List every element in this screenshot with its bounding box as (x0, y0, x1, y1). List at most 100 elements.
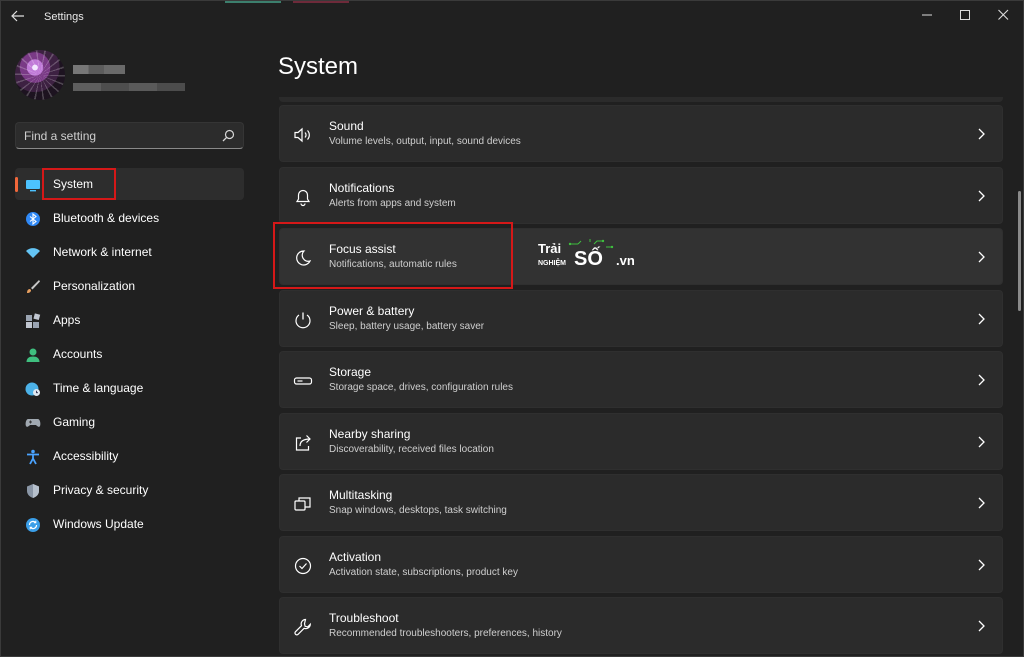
accent-strip (225, 1, 281, 3)
sidebar-item-bluetooth[interactable]: Bluetooth & devices (15, 202, 244, 234)
wrench-icon (294, 618, 311, 636)
accent-strip (293, 1, 349, 3)
sidebar-item-privacy[interactable]: Privacy & security (15, 474, 244, 506)
update-icon (26, 518, 40, 532)
settings-card-activation[interactable]: Activation Activation state, subscriptio… (279, 536, 1003, 593)
settings-card-storage[interactable]: Storage Storage space, drives, configura… (279, 351, 1003, 408)
bluetooth-icon (26, 212, 40, 226)
sidebar-item-network[interactable]: Network & internet (15, 236, 244, 268)
sidebar-item-label: Bluetooth & devices (53, 211, 160, 225)
card-title: Storage (329, 365, 372, 379)
partially-scrolled-card (279, 97, 1003, 102)
card-title: Troubleshoot (329, 611, 399, 625)
card-subtitle: Alerts from apps and system (329, 198, 456, 209)
person-icon (26, 348, 40, 362)
sidebar-item-label: Accounts (53, 347, 103, 361)
sidebar-item-personalization[interactable]: Personalization (15, 270, 244, 302)
settings-card-sound[interactable]: Sound Volume levels, output, input, soun… (279, 105, 1003, 162)
card-title: Multitasking (329, 488, 393, 502)
card-title: Power & battery (329, 304, 415, 318)
multitask-icon (294, 497, 311, 511)
apps-icon (26, 313, 41, 328)
page-title: System (278, 53, 359, 80)
card-subtitle: Activation state, subscriptions, product… (329, 567, 518, 578)
watermark-text: NGHIỆM (538, 258, 566, 267)
check-circle-icon (294, 557, 312, 575)
card-subtitle: Recommended troubleshooters, preferences… (329, 628, 562, 639)
sidebar-item-accessibility[interactable]: Accessibility (15, 440, 244, 472)
red-highlight-box (42, 168, 116, 200)
watermark-text: .vn (616, 253, 635, 268)
bell-icon (295, 189, 311, 207)
gamepad-icon (25, 419, 41, 427)
red-highlight-box (273, 222, 513, 289)
power-icon (295, 312, 311, 329)
watermark-text: Trải (538, 241, 561, 256)
card-subtitle: Discoverability, received files location (329, 444, 494, 455)
sidebar-item-label: Time & language (53, 381, 144, 395)
chevron-right-icon (978, 620, 985, 632)
circuit-decoration (610, 245, 614, 249)
sidebar-item-label: Privacy & security (53, 483, 149, 497)
accessibility-icon (27, 449, 39, 465)
sidebar-item-windows-update[interactable]: Windows Update (15, 508, 244, 540)
circuit-decoration (568, 242, 572, 246)
sidebar-item-label: Network & internet (53, 245, 152, 259)
sidebar-item-time-language[interactable]: Time & language (15, 372, 244, 404)
sidebar-item-label: Windows Update (53, 517, 144, 531)
settings-list: Sound Volume levels, output, input, soun… (279, 97, 1003, 657)
sidebar-item-accounts[interactable]: Accounts (15, 338, 244, 370)
sidebar-item-apps[interactable]: Apps (15, 304, 244, 336)
avatar[interactable] (15, 50, 65, 100)
settings-window: Settings System (0, 0, 1024, 657)
storage-icon (293, 377, 313, 385)
settings-card-power-battery[interactable]: Power & battery Sleep, battery usage, ba… (279, 290, 1003, 347)
scrollbar[interactable] (1018, 191, 1021, 311)
chevron-right-icon (978, 559, 985, 571)
close-button[interactable] (981, 1, 1024, 31)
brush-icon (27, 280, 40, 293)
user-email-redacted (73, 83, 185, 91)
app-title: Settings (44, 11, 84, 23)
settings-card-notifications[interactable]: Notifications Alerts from apps and syste… (279, 167, 1003, 224)
search-icon[interactable] (222, 129, 235, 142)
shield-icon (27, 484, 39, 498)
share-icon (295, 435, 311, 451)
card-subtitle: Volume levels, output, input, sound devi… (329, 136, 521, 147)
search-input[interactable] (24, 127, 214, 145)
sidebar-item-label: Accessibility (53, 449, 119, 463)
card-title: Notifications (329, 181, 395, 195)
speaker-icon (294, 127, 310, 143)
watermark-logo: Trải NGHIỆM SỐ .vn (538, 239, 635, 270)
maximize-icon (960, 10, 970, 20)
circuit-decoration (570, 239, 612, 248)
sidebar-item-gaming[interactable]: Gaming (15, 406, 244, 438)
sidebar-item-label: Gaming (53, 415, 96, 429)
settings-card-troubleshoot[interactable]: Troubleshoot Recommended troubleshooters… (279, 597, 1003, 654)
title-bar: Settings (1, 1, 1024, 33)
chevron-right-icon (978, 251, 985, 263)
back-button[interactable] (11, 9, 31, 25)
sidebar-nav: System Bluetooth & devices Network & int… (15, 168, 244, 542)
globe-clock-icon (25, 382, 40, 396)
arrow-left-icon (11, 10, 24, 22)
chevron-right-icon (978, 497, 985, 509)
close-icon (998, 9, 1009, 20)
settings-card-nearby-sharing[interactable]: Nearby sharing Discoverability, received… (279, 413, 1003, 470)
watermark-text: SỐ (574, 246, 603, 270)
monitor-icon (26, 180, 40, 192)
settings-card-multitasking[interactable]: Multitasking Snap windows, desktops, tas… (279, 474, 1003, 531)
wifi-icon (26, 248, 40, 258)
chevron-right-icon (978, 190, 985, 202)
user-name-redacted (73, 65, 125, 74)
card-subtitle: Snap windows, desktops, task switching (329, 505, 507, 516)
card-title: Activation (329, 550, 382, 564)
chevron-right-icon (978, 313, 985, 325)
card-title: Sound (329, 119, 364, 133)
chevron-right-icon (978, 128, 985, 140)
sidebar-item-label: Personalization (53, 279, 136, 293)
circuit-decoration (601, 239, 605, 243)
search-box[interactable] (15, 122, 244, 149)
minimize-icon (922, 14, 932, 16)
sidebar-item-label: Apps (53, 313, 81, 327)
